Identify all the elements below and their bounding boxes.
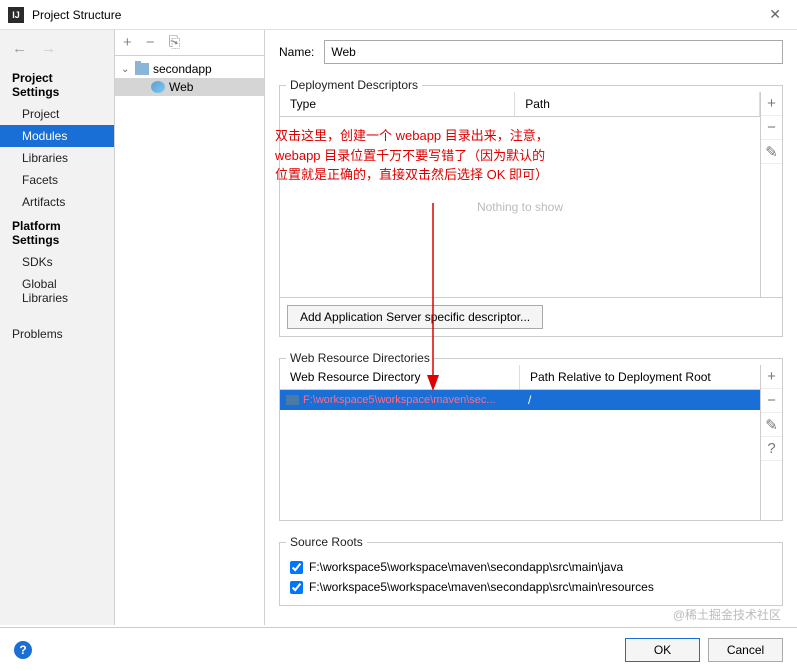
name-label: Name: (279, 45, 314, 59)
wrd-legend: Web Resource Directories (286, 351, 434, 365)
section-platform-settings: Platform Settings (0, 213, 114, 251)
remove-icon[interactable]: − (146, 34, 155, 51)
wrd-col-dir: Web Resource Directory (280, 365, 520, 389)
sr-checkbox-1[interactable] (290, 581, 303, 594)
app-icon: IJ (8, 7, 24, 23)
dd-legend: Deployment Descriptors (286, 78, 422, 92)
tree-root[interactable]: ⌄ secondapp (115, 60, 264, 78)
help-icon[interactable]: ? (14, 641, 32, 659)
sr-path-0: F:\workspace5\workspace\maven\secondapp\… (309, 560, 623, 574)
wrd-rel: / (520, 393, 539, 407)
titlebar: IJ Project Structure ✕ (0, 0, 797, 30)
folder-icon (286, 395, 299, 405)
add-descriptor-button[interactable]: Add Application Server specific descript… (287, 305, 543, 329)
remove-button[interactable]: − (761, 116, 782, 140)
ok-button[interactable]: OK (625, 638, 700, 662)
dd-header: Type Path (280, 92, 760, 117)
copy-icon[interactable]: ⎘ (169, 34, 181, 51)
section-project-settings: Project Settings (0, 65, 114, 103)
back-icon[interactable]: ← (12, 40, 27, 57)
add-icon[interactable]: + (123, 34, 132, 51)
edit-button[interactable]: ✎ (761, 413, 782, 437)
edit-button[interactable]: ✎ (761, 140, 782, 164)
sidebar: ← → Project Settings Project Modules Lib… (0, 30, 115, 625)
wrd-header: Web Resource Directory Path Relative to … (280, 365, 760, 390)
help-button[interactable]: ? (761, 437, 782, 461)
watermark: @稀土掘金技术社区 (673, 606, 781, 623)
add-button[interactable]: + (761, 92, 782, 116)
dd-col-type: Type (280, 92, 515, 116)
source-roots: Source Roots F:\workspace5\workspace\mav… (279, 535, 783, 606)
nav-global-libraries[interactable]: Global Libraries (0, 273, 114, 309)
footer: ? OK Cancel (0, 627, 797, 671)
add-button[interactable]: + (761, 365, 782, 389)
deployment-descriptors: Deployment Descriptors Type Path Nothing… (279, 78, 783, 337)
nav-artifacts[interactable]: Artifacts (0, 191, 114, 213)
wrd-path: F:\workspace5\workspace\maven\sec... (303, 394, 496, 406)
sr-path-1: F:\workspace5\workspace\maven\secondapp\… (309, 580, 654, 594)
sr-checkbox-0[interactable] (290, 561, 303, 574)
wrd-body[interactable] (280, 410, 760, 520)
dd-body[interactable]: Nothing to show (280, 117, 760, 297)
nav-libraries[interactable]: Libraries (0, 147, 114, 169)
folder-icon (135, 63, 149, 75)
body: ← → Project Settings Project Modules Lib… (0, 30, 797, 625)
nav-arrows: ← → (0, 38, 114, 65)
nav-sdks[interactable]: SDKs (0, 251, 114, 273)
source-root-row[interactable]: F:\workspace5\workspace\maven\secondapp\… (290, 557, 772, 577)
tree-toolbar: + − ⎘ (115, 30, 264, 56)
wrd-col-rel: Path Relative to Deployment Root (520, 365, 721, 389)
source-root-row[interactable]: F:\workspace5\workspace\maven\secondapp\… (290, 577, 772, 597)
sr-legend: Source Roots (286, 535, 367, 549)
tree-child-web[interactable]: Web (115, 78, 264, 96)
nav-facets[interactable]: Facets (0, 169, 114, 191)
forward-icon[interactable]: → (41, 40, 56, 57)
dd-side-buttons: + − ✎ (760, 92, 782, 297)
nav-project[interactable]: Project (0, 103, 114, 125)
window-title: Project Structure (32, 8, 761, 22)
cancel-button[interactable]: Cancel (708, 638, 783, 662)
nav-modules[interactable]: Modules (0, 125, 114, 147)
wrd-side-buttons: + − ✎ ? (760, 365, 782, 520)
module-tree: ⌄ secondapp Web (115, 56, 264, 100)
wrd-row-selected[interactable]: F:\workspace5\workspace\maven\sec... / (280, 390, 760, 410)
tree-child-label: Web (169, 80, 193, 94)
dd-col-path: Path (515, 92, 760, 116)
close-icon[interactable]: ✕ (761, 2, 789, 27)
main-panel: Name: Deployment Descriptors Type Path N… (265, 30, 797, 625)
tree-root-label: secondapp (153, 62, 212, 76)
tree-panel: + − ⎘ ⌄ secondapp Web (115, 30, 265, 625)
web-icon (151, 81, 165, 93)
dd-empty-text: Nothing to show (477, 200, 563, 214)
remove-button[interactable]: − (761, 389, 782, 413)
chevron-down-icon[interactable]: ⌄ (121, 64, 131, 75)
name-row: Name: (279, 40, 783, 64)
name-input[interactable] (324, 40, 783, 64)
web-resource-directories: Web Resource Directories Web Resource Di… (279, 351, 783, 521)
nav-problems[interactable]: Problems (0, 323, 114, 345)
